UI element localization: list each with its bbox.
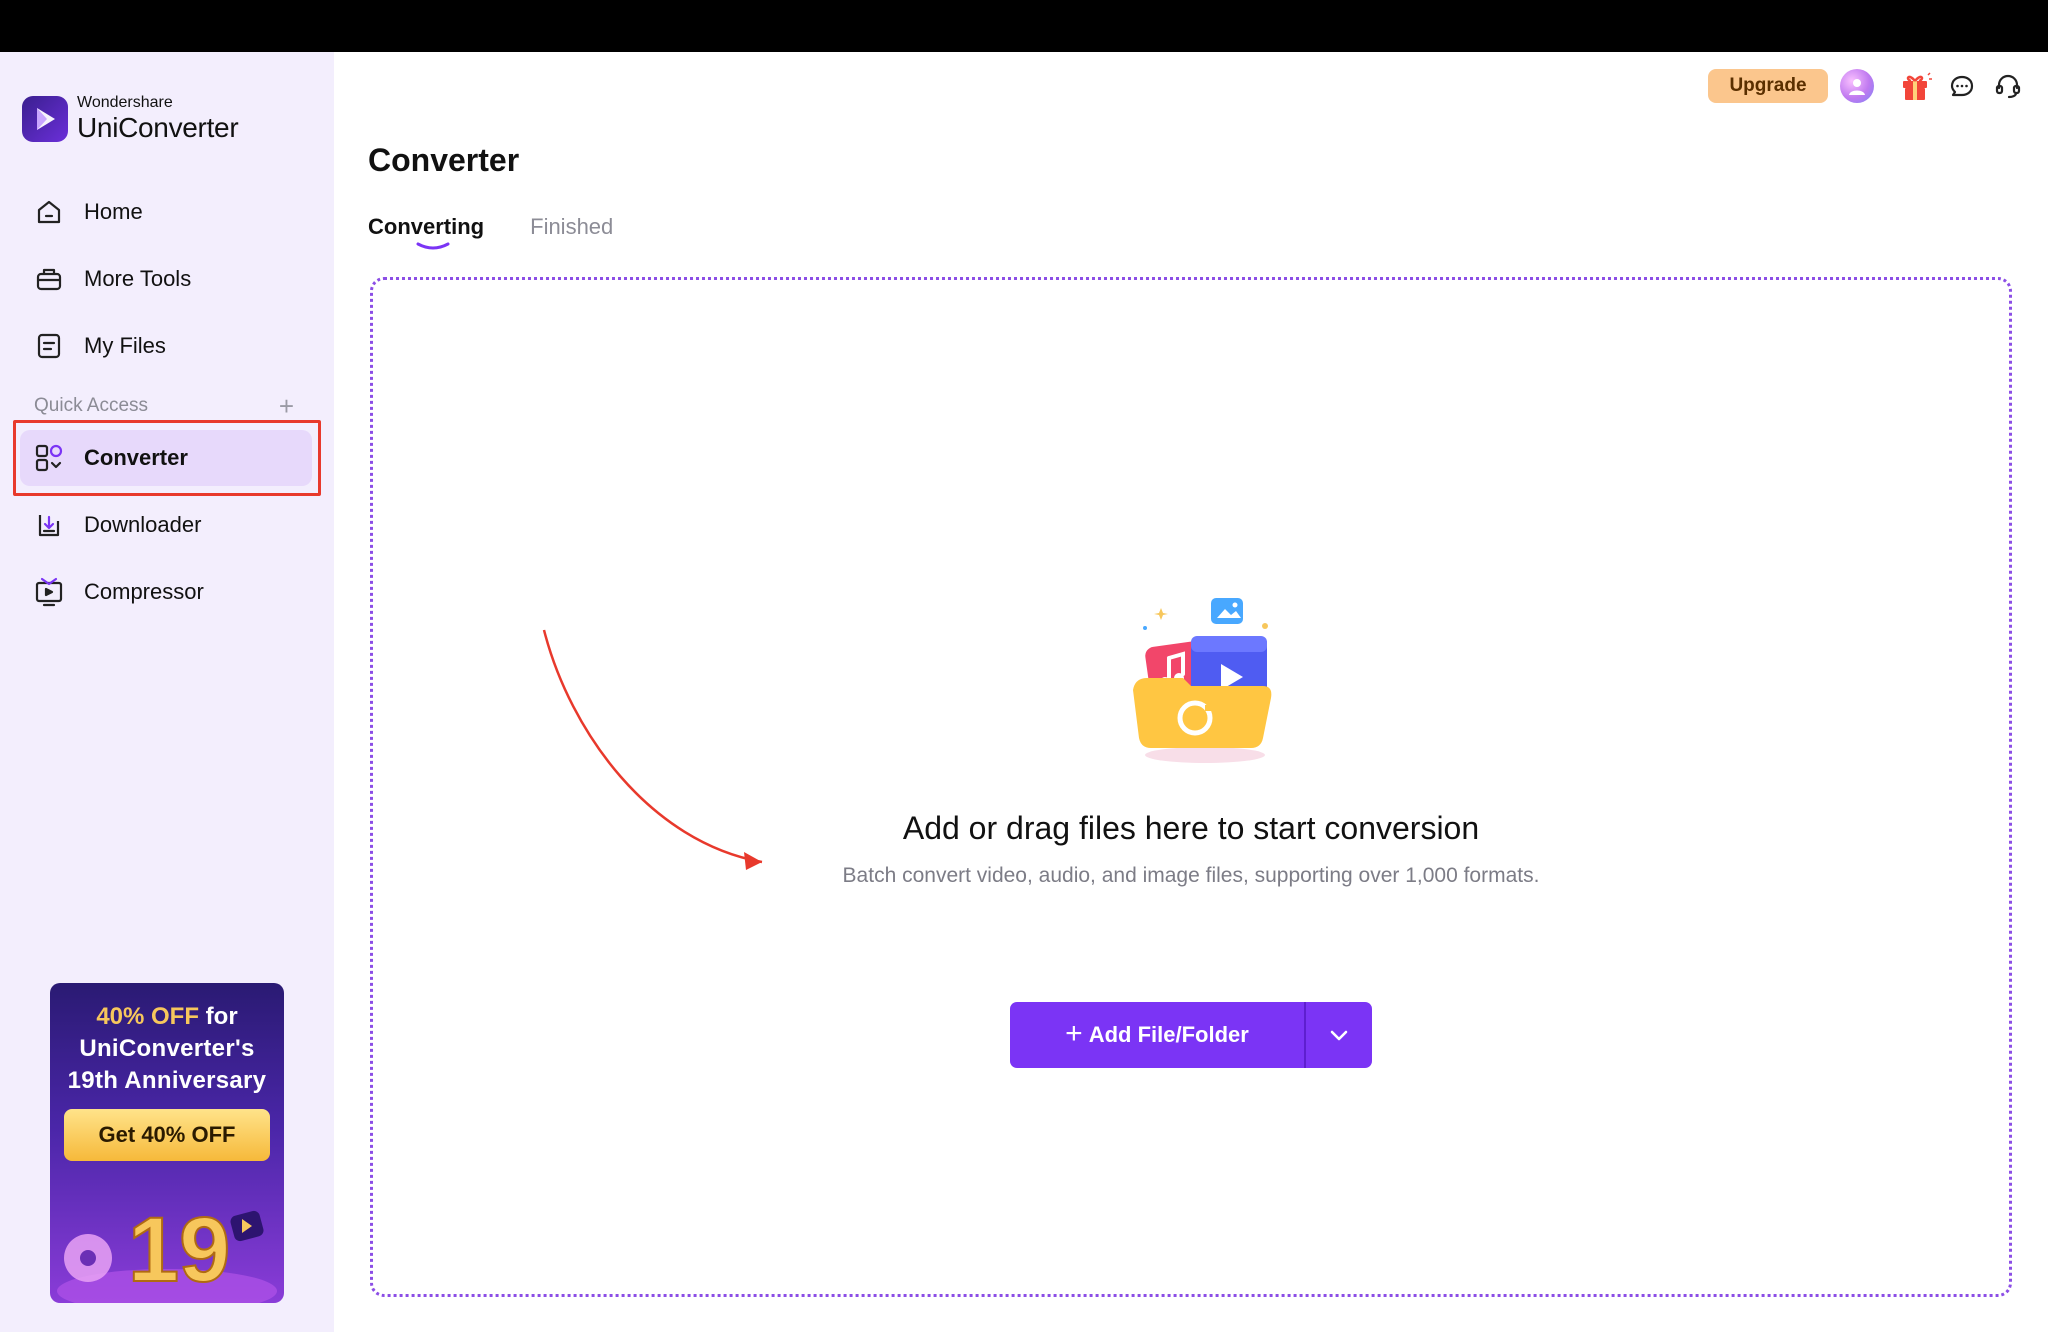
dropzone-title: Add or drag files here to start conversi… bbox=[902, 810, 1480, 846]
converter-tabs: Converting Finished bbox=[368, 214, 659, 250]
add-options-dropdown-button[interactable] bbox=[1306, 1002, 1372, 1068]
add-quick-access-icon[interactable]: + bbox=[279, 393, 294, 419]
headset-support-icon[interactable] bbox=[1990, 68, 2026, 104]
anniversary-19-illustration-icon: 19 bbox=[57, 1198, 277, 1303]
sidebar-item-downloader[interactable]: Downloader bbox=[20, 497, 312, 553]
dropzone-subtitle: Batch convert video, audio, and image fi… bbox=[842, 864, 1540, 887]
sidebar: Wondershare UniConverter Home More Tools… bbox=[0, 52, 334, 1332]
quick-access-header: Quick Access + bbox=[34, 393, 294, 419]
sidebar-item-label: Downloader bbox=[84, 512, 202, 537]
product-name: UniConverter bbox=[77, 112, 239, 143]
compressor-icon bbox=[34, 577, 64, 607]
sidebar-item-compressor[interactable]: Compressor bbox=[20, 564, 312, 620]
chat-icon[interactable] bbox=[1944, 68, 1980, 104]
upgrade-button[interactable]: Upgrade bbox=[1708, 69, 1828, 103]
window-top-bar bbox=[0, 0, 2048, 52]
gift-icon[interactable] bbox=[1898, 68, 1934, 104]
promo-headline: 40% OFF for bbox=[96, 1003, 238, 1030]
plus-icon: + bbox=[1065, 1016, 1083, 1050]
quick-access-label: Quick Access bbox=[34, 395, 149, 416]
sidebar-item-converter[interactable]: Converter bbox=[20, 430, 312, 486]
toolbox-icon bbox=[34, 264, 64, 294]
page-title: Converter bbox=[368, 142, 520, 178]
tab-finished[interactable]: Finished bbox=[530, 214, 613, 250]
sidebar-item-label: My Files bbox=[84, 333, 166, 358]
promo-banner[interactable]: 40% OFF for UniConverter's 19th Annivers… bbox=[50, 983, 284, 1303]
app-window: Wondershare UniConverter Home More Tools… bbox=[0, 52, 2048, 1332]
active-tab-indicator bbox=[416, 242, 450, 250]
header-actions: Upgrade bbox=[1708, 68, 2026, 104]
downloader-icon bbox=[34, 510, 64, 540]
chevron-down-icon bbox=[1330, 1030, 1348, 1041]
uniconverter-logo-icon bbox=[22, 95, 68, 142]
brand-name: Wondershare bbox=[77, 94, 173, 111]
file-dropzone[interactable]: Add or drag files here to start conversi… bbox=[370, 277, 2012, 1297]
sidebar-item-label: More Tools bbox=[84, 266, 192, 291]
add-file-button-group: + Add File/Folder bbox=[1010, 1002, 1372, 1068]
media-folder-illustration-icon bbox=[1133, 598, 1272, 763]
app-logo: Wondershare UniConverter bbox=[22, 94, 239, 143]
sidebar-item-label: Converter bbox=[84, 445, 188, 470]
user-icon bbox=[1849, 79, 1865, 95]
home-icon bbox=[34, 197, 64, 227]
add-file-folder-button[interactable]: + Add File/Folder bbox=[1010, 1002, 1306, 1068]
sidebar-item-home[interactable]: Home bbox=[20, 184, 312, 240]
avatar[interactable] bbox=[1840, 69, 1874, 103]
sidebar-item-label: Home bbox=[84, 199, 143, 224]
sidebar-item-my-files[interactable]: My Files bbox=[20, 318, 312, 374]
sidebar-item-more-tools[interactable]: More Tools bbox=[20, 251, 312, 307]
promo-line-product: UniConverter's bbox=[79, 1035, 255, 1062]
promo-line-anniversary: 19th Anniversary bbox=[67, 1067, 267, 1094]
sidebar-item-label: Compressor bbox=[84, 579, 204, 604]
files-icon bbox=[34, 331, 64, 361]
svg-text:19: 19 bbox=[128, 1199, 230, 1301]
tab-converting[interactable]: Converting bbox=[368, 214, 484, 250]
converter-icon bbox=[34, 443, 64, 473]
get-discount-button[interactable]: Get 40% OFF bbox=[64, 1109, 270, 1161]
